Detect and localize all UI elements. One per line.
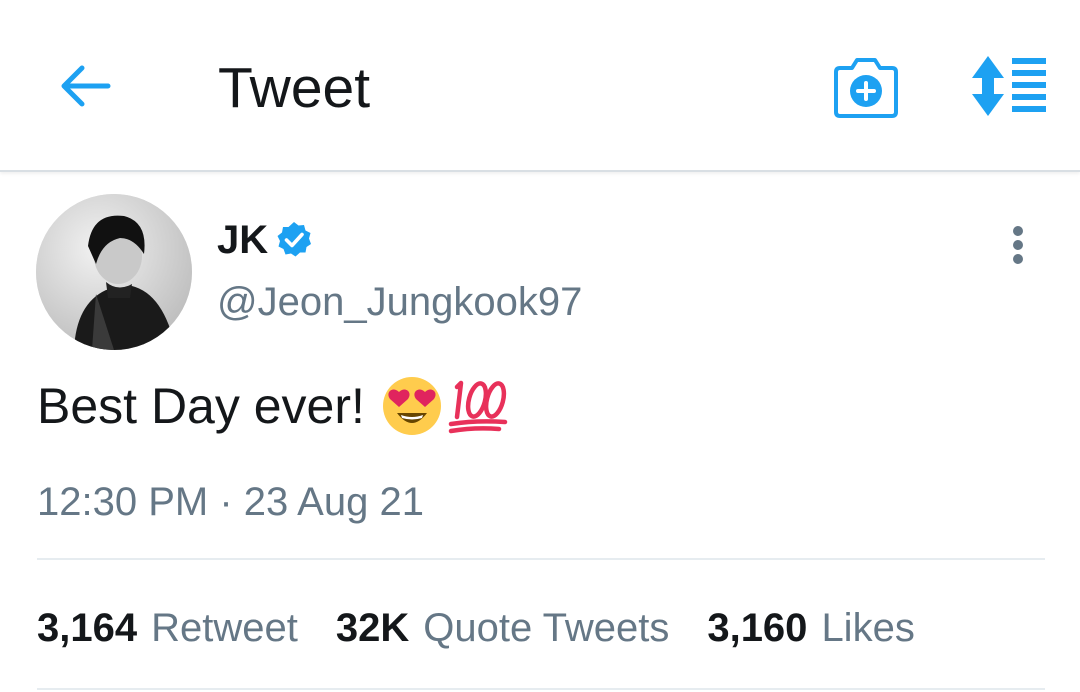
retweet-label: Retweet <box>151 606 298 650</box>
tweet-detail: JK @Jeon_Jungkook97 Best Day ever! 12:30… <box>0 172 1080 692</box>
author-name[interactable]: JK <box>217 217 268 263</box>
tweet-timestamp: 12:30 PM · 23 Aug 21 <box>37 480 424 524</box>
likes-count: 3,160 <box>707 606 808 650</box>
camera-plus-icon <box>834 58 898 118</box>
avatar[interactable] <box>36 194 192 350</box>
divider <box>37 558 1045 560</box>
verified-badge-icon <box>277 222 312 257</box>
quote-tweets-label: Quote Tweets <box>423 606 670 650</box>
author-handle[interactable]: @Jeon_Jungkook97 <box>217 278 582 326</box>
likes-label: Likes <box>821 606 915 650</box>
quote-tweets-link[interactable]: 32K Quote Tweets <box>336 604 669 652</box>
quote-tweets-count: 32K <box>335 606 410 650</box>
tweet-body: Best Day ever! <box>37 378 365 434</box>
more-options-button[interactable] <box>1000 222 1036 268</box>
heart-eyes-emoji-icon <box>382 377 441 435</box>
top-app-bar: Tweet <box>0 0 1080 172</box>
retweet-count-link[interactable]: 3,164 Retweet <box>37 604 298 652</box>
author-name-row[interactable]: JK <box>217 217 314 263</box>
retweet-count: 3,164 <box>37 606 138 650</box>
arrow-left-icon <box>61 65 111 107</box>
hundred-points-emoji-icon <box>448 380 508 434</box>
sort-list-icon <box>972 56 1046 116</box>
page-title: Tweet <box>218 56 371 120</box>
divider <box>37 688 1045 690</box>
more-options-icon <box>1013 226 1023 236</box>
tweet-stats: 3,164 Retweet 32K Quote Tweets 3,160 Lik… <box>37 604 953 652</box>
tweet-text: Best Day ever! <box>37 375 509 437</box>
back-button[interactable] <box>52 58 116 114</box>
sort-button[interactable] <box>968 54 1050 118</box>
camera-button[interactable] <box>832 56 900 120</box>
likes-link[interactable]: 3,160 Likes <box>707 604 915 652</box>
